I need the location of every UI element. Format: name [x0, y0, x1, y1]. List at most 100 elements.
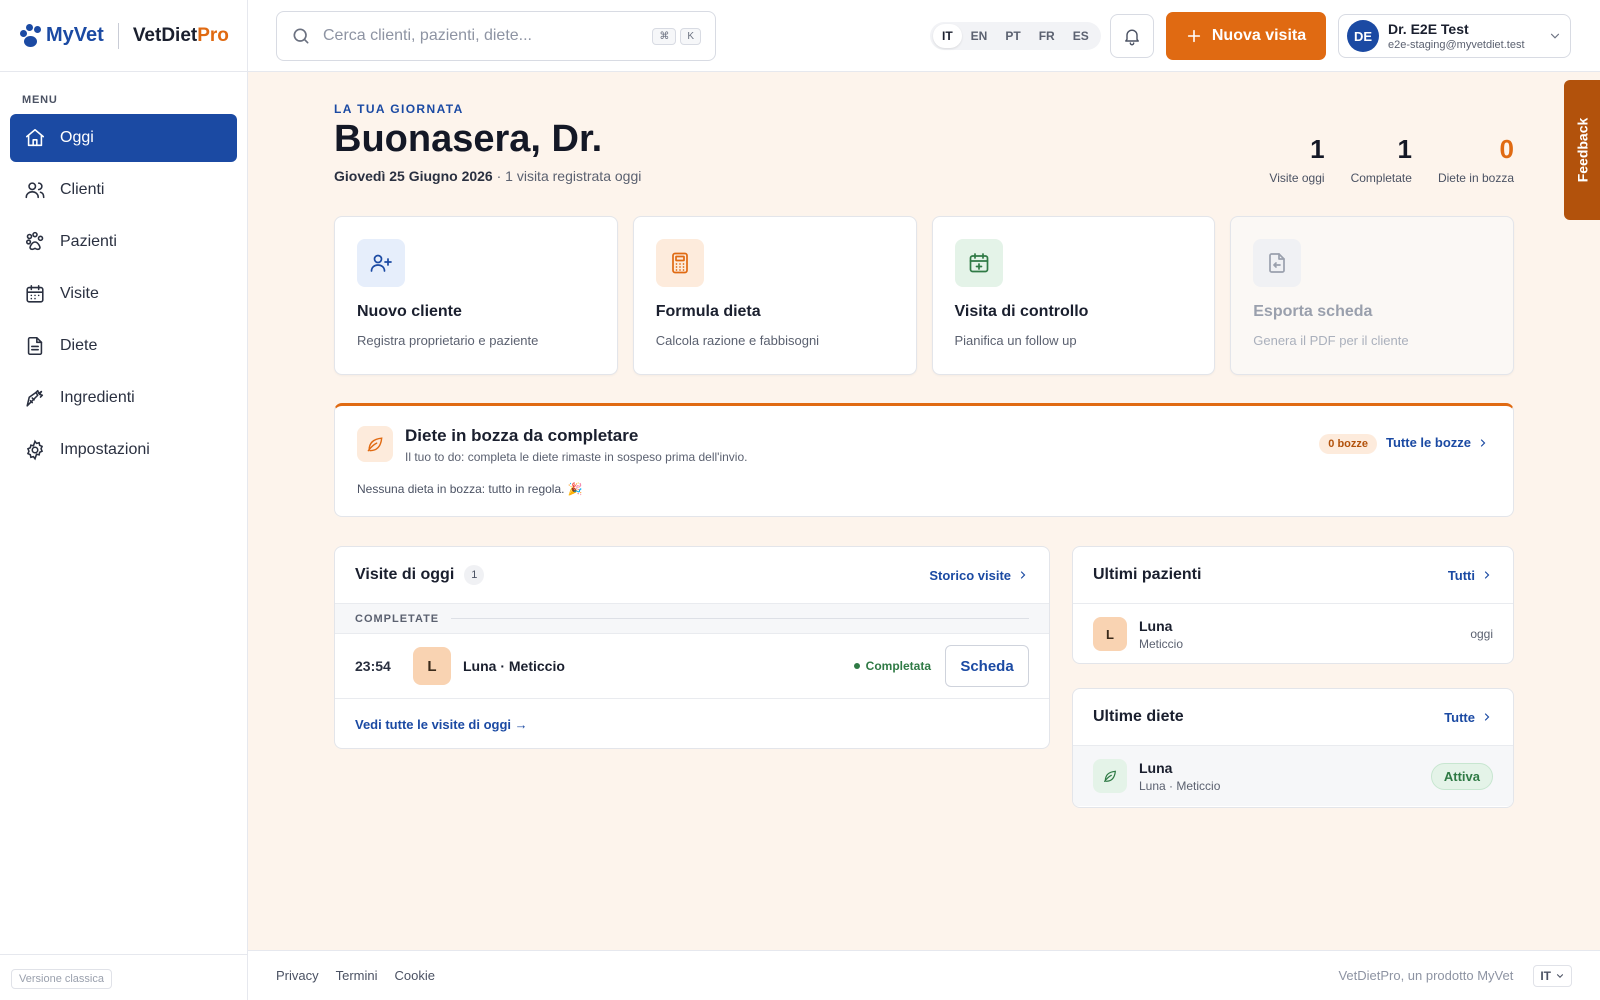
- completed-section-header: COMPLETATE: [335, 604, 1049, 634]
- all-today-visits-link[interactable]: Vedi tutte le visite di oggi →: [335, 699, 1049, 750]
- home-icon: [25, 128, 45, 147]
- list-item[interactable]: L Luna Meticcio oggi: [1073, 604, 1513, 664]
- user-menu[interactable]: DE Dr. E2E Test e2e-staging@myvetdiet.te…: [1338, 14, 1571, 58]
- plus-icon: [1187, 29, 1200, 43]
- pet-avatar: L: [413, 647, 451, 685]
- list-item[interactable]: Luna Luna · Meticcio Attiva: [1073, 746, 1513, 806]
- file-export-icon: [1253, 239, 1302, 287]
- draft-count-badge: 0 bozze: [1319, 434, 1377, 454]
- lang-en[interactable]: EN: [962, 24, 997, 48]
- feedback-tab[interactable]: Feedback: [1564, 80, 1600, 220]
- diet-name: Luna: [1139, 759, 1173, 776]
- myvet-logo[interactable]: MyVet: [18, 23, 104, 49]
- language-switcher: IT EN PT FR ES: [930, 22, 1101, 50]
- vetdietpro-logo[interactable]: VetDietPro: [133, 25, 229, 47]
- all-drafts-link[interactable]: Tutte le bozze: [1386, 435, 1489, 450]
- users-icon: [25, 182, 45, 199]
- lang-pt[interactable]: PT: [996, 24, 1029, 48]
- user-email: e2e-staging@myvetdiet.test: [1388, 39, 1525, 51]
- diet-info: Luna Luna · Meticcio: [1139, 760, 1431, 793]
- draft-diets-subtitle: Il tuo to do: completa le diete rimaste …: [405, 450, 748, 464]
- recent-diets-panel: Ultime diete Tutte Luna Luna · Meticcio …: [1072, 688, 1514, 808]
- paw-logo-icon: [18, 23, 44, 49]
- sidebar-item-pazienti[interactable]: Pazienti: [10, 218, 237, 266]
- quick-action-follow-up[interactable]: Visita di controllo Pianifica un follow …: [931, 216, 1216, 375]
- footer-language-select[interactable]: IT: [1533, 964, 1572, 987]
- sidebar-item-impostazioni[interactable]: Impostazioni: [10, 426, 237, 474]
- quick-action-subtitle: Pianifica un follow up: [954, 333, 1077, 348]
- chevron-right-icon: [1020, 571, 1026, 579]
- patient-name: Luna: [1139, 617, 1173, 634]
- search-box[interactable]: Cerca clienti, pazienti, diete... ⌘ K: [276, 11, 716, 61]
- quick-action-title: Nuovo cliente: [357, 303, 462, 320]
- sidebar-item-label: Visite: [60, 285, 99, 302]
- all-patients-link[interactable]: Tutti: [1448, 568, 1493, 583]
- terms-link[interactable]: Termini: [336, 968, 378, 983]
- stat-label: Completate: [1350, 171, 1412, 185]
- quick-action-title: Formula dieta: [655, 303, 761, 320]
- visit-patient-name: Luna · Meticcio: [463, 658, 565, 674]
- visit-history-link[interactable]: Storico visite: [929, 568, 1029, 583]
- day-eyebrow: LA TUA GIORNATA: [334, 102, 464, 116]
- sidebar-item-label: Diete: [60, 337, 98, 354]
- quick-action-title: Esporta scheda: [1253, 303, 1373, 320]
- user-plus-icon: [357, 239, 405, 287]
- lang-es[interactable]: ES: [1064, 24, 1098, 48]
- stat-label: Visite oggi: [1269, 171, 1325, 185]
- quick-action-export: Esporta scheda Genera il PDF per il clie…: [1230, 216, 1514, 375]
- quick-action-subtitle: Registra proprietario e paziente: [357, 333, 539, 348]
- new-visit-button[interactable]: Nuova visita: [1166, 12, 1326, 60]
- gear-icon: [26, 439, 44, 461]
- panel-title: Visite di oggi: [355, 566, 455, 583]
- sidebar-item-ingredienti[interactable]: Ingredienti: [10, 374, 237, 422]
- bell-icon: [1125, 29, 1139, 46]
- all-diets-link[interactable]: Tutte: [1444, 710, 1493, 725]
- visit-history-label: Storico visite: [929, 567, 1011, 583]
- lang-fr[interactable]: FR: [1030, 24, 1064, 48]
- sidebar-item-oggi[interactable]: Oggi: [10, 114, 237, 162]
- user-info: Dr. E2E Test e2e-staging@myvetdiet.test: [1388, 21, 1548, 51]
- draft-diets-panel: Diete in bozza da completare Il tuo to d…: [334, 403, 1514, 517]
- today-date: Giovedì 25 Giugno 2026: [334, 168, 493, 184]
- myvet-logo-text: MyVet: [46, 24, 104, 46]
- stat-value: 0: [1499, 134, 1514, 164]
- classic-version-button[interactable]: Versione classica: [11, 969, 112, 989]
- brand-bar: MyVet VetDietPro: [0, 0, 247, 72]
- chevron-right-icon: [1480, 438, 1486, 447]
- day-stats: 1 Visite oggi 1 Completate 0 Diete in bo…: [1269, 134, 1514, 185]
- sidebar-item-label: Oggi: [60, 129, 94, 146]
- notifications-button[interactable]: [1110, 14, 1154, 58]
- quick-action-new-client[interactable]: Nuovo cliente Registra proprietario e pa…: [334, 216, 618, 375]
- sidebar-item-diete[interactable]: Diete: [10, 322, 237, 370]
- brand-divider: [117, 22, 119, 49]
- user-name: Dr. E2E Test: [1388, 21, 1469, 37]
- search-input[interactable]: Cerca clienti, pazienti, diete...: [323, 27, 648, 45]
- privacy-link[interactable]: Privacy: [276, 968, 319, 983]
- quick-action-diet-formula[interactable]: Formula dieta Calcola razione e fabbisog…: [632, 216, 917, 375]
- cookie-link[interactable]: Cookie: [395, 968, 435, 983]
- table-row[interactable]: 23:54 L Luna · Meticcio Completata Sched…: [335, 634, 1049, 699]
- lang-it[interactable]: IT: [933, 24, 962, 48]
- all-diets-label: Tutte: [1444, 709, 1475, 725]
- sidebar-item-visite[interactable]: Visite: [10, 270, 237, 318]
- chevron-down-icon: [1550, 33, 1560, 39]
- shortcut-cmd-key: ⌘: [652, 27, 677, 45]
- stat-completed: 1 Completate: [1351, 134, 1412, 185]
- stat-visits-today: 1 Visite oggi: [1269, 134, 1324, 185]
- scheda-button[interactable]: Scheda: [945, 645, 1029, 687]
- panel-title: Ultime diete: [1093, 708, 1184, 725]
- pet-avatar: L: [1093, 617, 1127, 651]
- sidebar-item-clienti[interactable]: Clienti: [10, 166, 237, 214]
- chevron-right-icon: [1484, 571, 1490, 579]
- date-line: Giovedì 25 Giugno 2026 · 1 visita regist…: [334, 168, 641, 184]
- search-icon: [293, 28, 309, 44]
- status-badge: Completata: [853, 659, 931, 673]
- paw-icon: [25, 231, 44, 251]
- panel-header: Ultimi pazienti Tutti: [1073, 547, 1513, 604]
- sidebar-item-label: Impostazioni: [60, 441, 150, 458]
- sidebar-item-label: Ingredienti: [60, 389, 135, 406]
- quick-action-subtitle: Genera il PDF per il cliente: [1253, 333, 1409, 348]
- section-label: COMPLETATE: [355, 612, 440, 625]
- calculator-icon: [655, 239, 704, 287]
- menu-label: MENU: [22, 94, 58, 106]
